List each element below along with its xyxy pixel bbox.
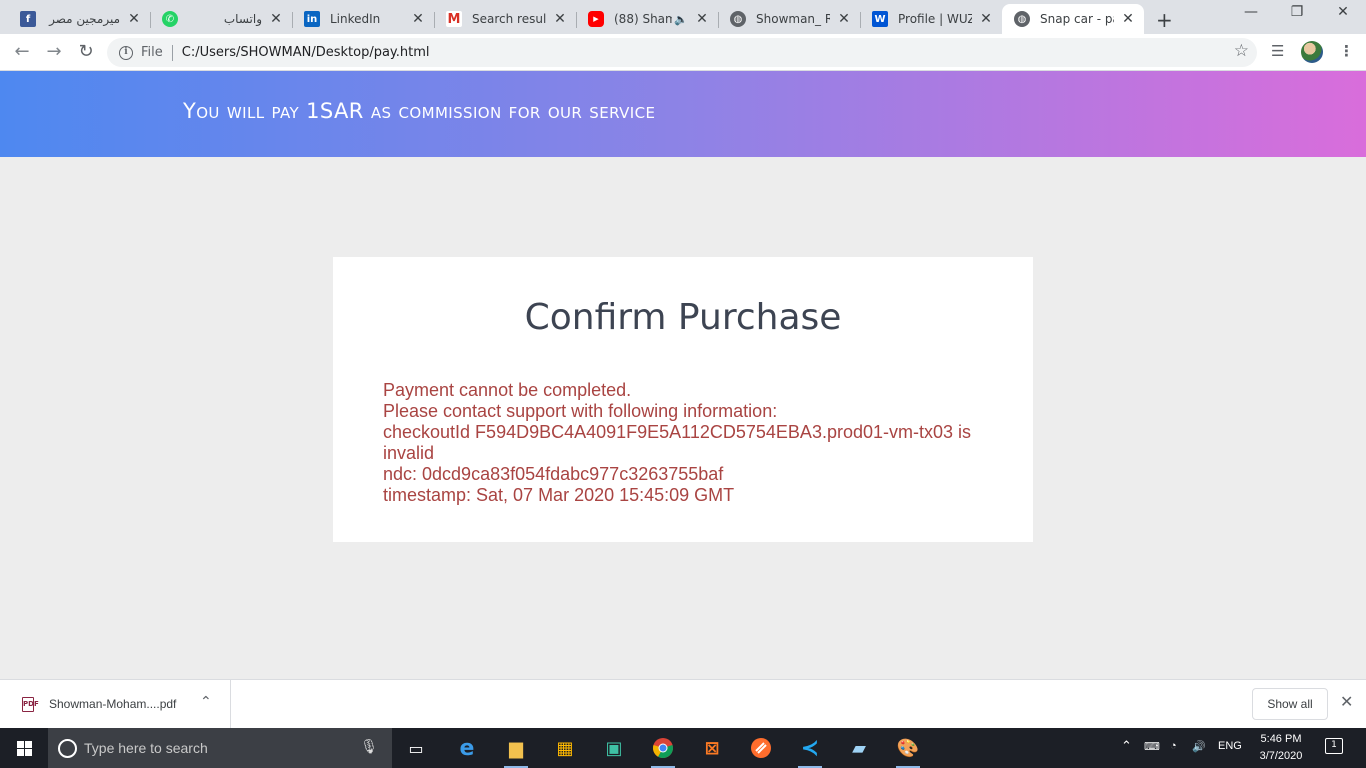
cortana-icon: [58, 738, 77, 758]
info-icon[interactable]: i: [119, 45, 133, 60]
notes-app-icon[interactable]: ▰: [845, 734, 873, 762]
tab-title: Search results: [472, 12, 546, 26]
bookmark-star-icon[interactable]: ☆: [1234, 41, 1249, 61]
menu-kebab-icon[interactable]: ⋮: [1339, 42, 1354, 60]
wifi-icon[interactable]: ◔: [1170, 740, 1177, 752]
address-separator: [171, 44, 173, 61]
system-clock[interactable]: 5:46 PM 3/7/2020: [1258, 731, 1304, 765]
terminal-icon[interactable]: ▣: [600, 734, 628, 762]
close-tab-icon[interactable]: ✕: [836, 11, 852, 27]
tab-showman-resume[interactable]: ◍ Showman_ Res ✕: [718, 4, 861, 34]
clock-time: 5:46 PM: [1260, 733, 1302, 745]
banner-text: You will pay 1SAR as commission for our …: [183, 99, 656, 123]
minimize-icon[interactable]: —: [1228, 4, 1274, 20]
tab-snap-car[interactable]: ◍ Snap car - pay ✕: [1002, 4, 1144, 34]
tab-whatsapp[interactable]: ✆ واتساب ✕: [150, 4, 293, 34]
download-item[interactable]: PDF Showman-Moham....pdf ⌃: [0, 680, 231, 728]
forward-icon[interactable]: →: [42, 40, 66, 64]
taskbar-search[interactable]: Type here to search 🎙: [48, 728, 392, 768]
tab-youtube[interactable]: ▶ (88) Sham 🔈 ✕: [576, 4, 719, 34]
tab-wuzzuf[interactable]: W Profile | WUZZ ✕: [860, 4, 1002, 34]
reload-icon[interactable]: ↻: [74, 40, 98, 64]
tab-title: واتساب: [223, 12, 262, 26]
error-line: Please contact support with following in…: [383, 401, 778, 421]
page-content: You will pay 1SAR as commission for our …: [0, 71, 1366, 679]
chrome-icon[interactable]: [649, 734, 677, 768]
volume-icon[interactable]: 🔊: [1192, 740, 1206, 753]
store-icon[interactable]: ▦: [551, 734, 579, 762]
file-explorer-icon[interactable]: ▆: [502, 734, 530, 768]
close-window-icon[interactable]: ✕: [1320, 4, 1366, 20]
media-control-icon[interactable]: ☰: [1271, 42, 1284, 60]
clock-date: 3/7/2020: [1259, 750, 1303, 762]
back-icon[interactable]: ←: [10, 40, 34, 64]
audio-playing-icon[interactable]: 🔈: [674, 13, 688, 26]
profile-avatar[interactable]: [1301, 41, 1323, 63]
vscode-icon[interactable]: ≺: [796, 734, 824, 768]
download-bar: PDF Showman-Moham....pdf ⌃ Show all ✕: [0, 679, 1366, 728]
show-all-button[interactable]: Show all: [1252, 688, 1328, 720]
browser-toolbar: ← → ↻ i File C:/Users/SHOWMAN/Desktop/pa…: [0, 34, 1366, 71]
linkedin-icon: in: [304, 11, 320, 27]
address-bar[interactable]: i File C:/Users/SHOWMAN/Desktop/pay.html…: [107, 38, 1257, 67]
task-view-icon[interactable]: ▭: [402, 734, 430, 762]
input-indicator-icon[interactable]: ⌨: [1144, 740, 1160, 753]
tab-title: LinkedIn: [330, 12, 381, 26]
tab-title: Profile | WUZZ: [898, 12, 972, 26]
gmail-icon: M: [446, 11, 462, 27]
new-tab-icon[interactable]: +: [1156, 8, 1173, 32]
tab-gmail[interactable]: M Search results ✕: [434, 4, 577, 34]
scheme-label: File: [141, 45, 163, 60]
close-download-bar-icon[interactable]: ✕: [1340, 692, 1353, 711]
restore-icon[interactable]: ❐: [1274, 4, 1320, 20]
edge-icon[interactable]: e: [453, 734, 481, 762]
start-button[interactable]: [0, 728, 48, 768]
browser-tab-strip: f ميرمجين مصر ✕ ✆ واتساب ✕ in LinkedIn ✕…: [0, 0, 1366, 34]
windows-logo-icon: [16, 740, 32, 756]
pdf-file-icon: PDF: [22, 696, 39, 712]
chevron-up-icon[interactable]: ⌃: [200, 694, 212, 710]
tab-title: Snap car - pay: [1040, 12, 1114, 26]
tab-title: Showman_ Res: [756, 12, 830, 26]
xampp-icon[interactable]: ⊠: [698, 734, 726, 762]
tab-facebook[interactable]: f ميرمجين مصر ✕: [8, 4, 151, 34]
globe-icon: ◍: [1014, 11, 1030, 27]
globe-icon: ◍: [730, 11, 746, 27]
close-tab-icon[interactable]: ✕: [552, 11, 568, 27]
sublime-icon[interactable]: [747, 734, 775, 762]
close-tab-icon[interactable]: ✕: [694, 11, 710, 27]
error-line: checkoutId F594D9BC4A4091F9E5A112CD5754E…: [383, 422, 972, 463]
download-file-name[interactable]: Showman-Moham....pdf: [49, 697, 176, 711]
close-tab-icon[interactable]: ✕: [126, 11, 142, 27]
paint-icon[interactable]: 🎨: [894, 734, 922, 768]
error-line: Payment cannot be completed.: [383, 380, 632, 400]
language-indicator[interactable]: ENG: [1218, 740, 1242, 752]
show-hidden-icons-icon[interactable]: ⌃: [1121, 738, 1132, 754]
close-tab-icon[interactable]: ✕: [268, 11, 284, 27]
close-tab-icon[interactable]: ✕: [1120, 11, 1136, 27]
page-title: Confirm Purchase: [524, 297, 842, 338]
commission-banner: You will pay 1SAR as commission for our …: [0, 71, 1366, 157]
payment-error-message: Payment cannot be completed. Please cont…: [383, 380, 993, 506]
microphone-icon[interactable]: 🎙: [360, 739, 378, 755]
tab-title: ميرمجين مصر: [49, 12, 120, 26]
confirm-purchase-card: Confirm Purchase Payment cannot be compl…: [333, 257, 1033, 542]
notification-center-icon[interactable]: 1: [1325, 738, 1343, 754]
windows-taskbar: Type here to search 🎙 ▭ e ▆ ▦ ▣ ⊠ ≺ ▰ 🎨 …: [0, 728, 1366, 768]
close-tab-icon[interactable]: ✕: [410, 11, 426, 27]
close-tab-icon[interactable]: ✕: [978, 11, 994, 27]
error-line: timestamp: Sat, 07 Mar 2020 15:45:09 GMT: [383, 485, 735, 505]
youtube-icon: ▶: [588, 11, 604, 27]
tab-linkedin[interactable]: in LinkedIn ✕: [292, 4, 435, 34]
tab-title: (88) Sham: [614, 12, 673, 26]
facebook-icon: f: [20, 11, 36, 27]
address-url[interactable]: C:/Users/SHOWMAN/Desktop/pay.html: [182, 45, 430, 60]
error-line: ndc: 0dcd9ca83f054fdabc977c3263755baf: [383, 464, 724, 484]
search-placeholder: Type here to search: [84, 740, 208, 756]
wuzzuf-icon: W: [872, 11, 888, 27]
whatsapp-icon: ✆: [162, 11, 178, 27]
